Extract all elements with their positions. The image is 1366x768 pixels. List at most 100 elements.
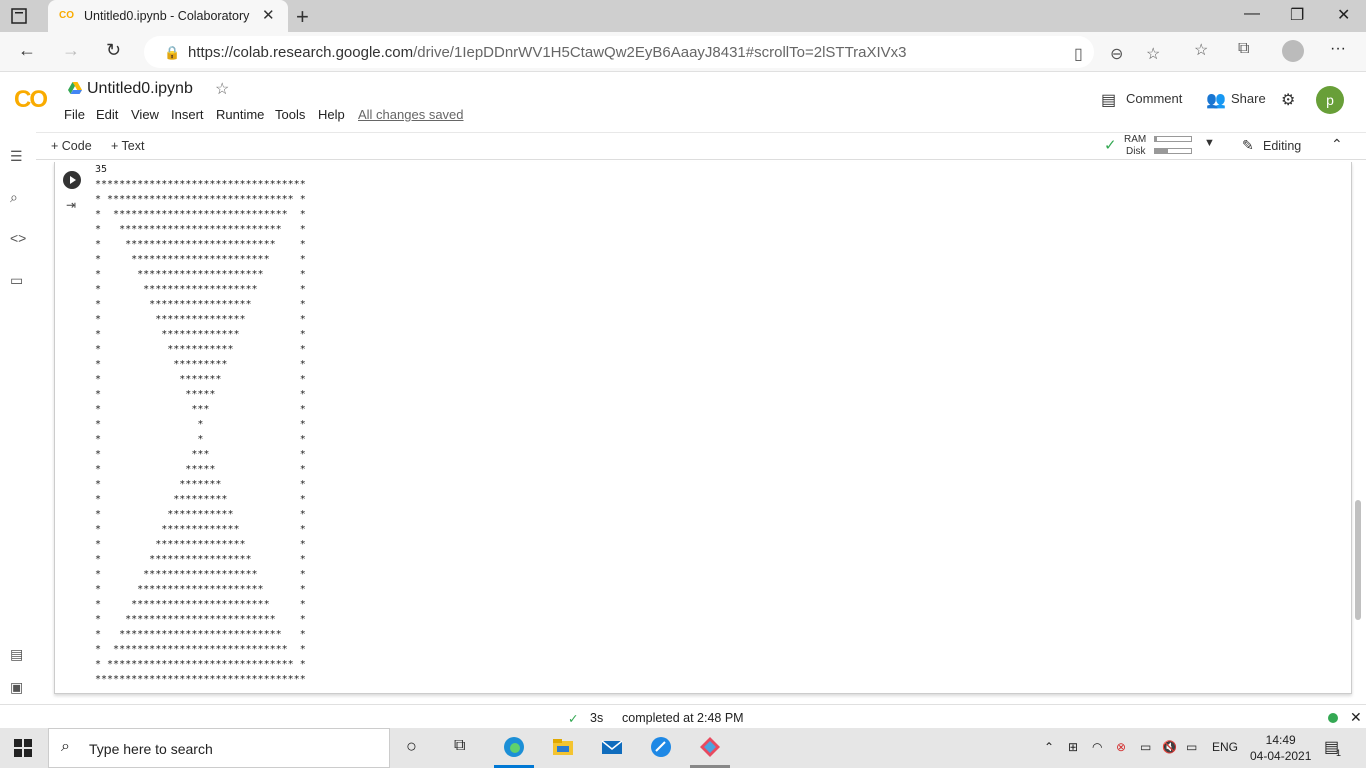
window-menu-icon[interactable] (10, 7, 28, 25)
collapse-chevron-icon[interactable]: ⌃ (1331, 136, 1343, 153)
share-icon: 👥 (1206, 92, 1226, 109)
windows-taskbar: ⌕ Type here to search ○ ⧉ ⌃ ⊞ ◠ ⊗ ▭ 🔇 ▭ … (0, 728, 1366, 768)
connection-status-icon (1328, 713, 1338, 723)
task-view-icon[interactable]: ⧉ (454, 737, 465, 755)
save-status[interactable]: All changes saved (358, 107, 464, 122)
file-explorer-icon[interactable] (552, 736, 574, 758)
output-line: * ********* * (95, 494, 306, 505)
run-cell-button[interactable] (63, 171, 81, 189)
volume-muted-icon[interactable]: 🔇 (1162, 740, 1177, 754)
colorful-app-icon[interactable] (699, 736, 721, 758)
lock-icon[interactable]: 🔒 (164, 45, 180, 61)
edge-browser-icon[interactable] (503, 736, 525, 758)
profile-avatar[interactable] (1282, 40, 1304, 62)
menu-file[interactable]: File (64, 107, 85, 122)
ram-usage-bar[interactable] (1154, 136, 1192, 142)
menu-help[interactable]: Help (318, 107, 345, 122)
code-snippets-icon[interactable]: <> (10, 230, 26, 246)
star-icon[interactable]: ☆ (215, 79, 229, 99)
output-line: * ******* * (95, 479, 306, 490)
show-hidden-icons-icon[interactable]: ⌃ (1044, 740, 1054, 754)
menu-tools[interactable]: Tools (275, 107, 305, 122)
runtime-dropdown-icon[interactable]: ▼ (1204, 137, 1215, 149)
more-options-icon[interactable]: ··· (1330, 40, 1346, 58)
windows-start-icon[interactable] (14, 739, 32, 757)
share-button[interactable]: Share (1231, 91, 1266, 106)
notebook-toolbar: + Code + Text ✓ RAM Disk ▼ ✎ Editing ⌃ (36, 132, 1366, 160)
output-line: * ************* * (95, 329, 306, 340)
input-language[interactable]: ENG (1212, 740, 1238, 754)
browser-tab[interactable]: CO Untitled0.ipynb - Colaboratory ✕ (48, 0, 288, 32)
colab-logo[interactable]: CO (14, 86, 48, 114)
minimize-icon[interactable]: — (1244, 5, 1260, 23)
disk-usage-fill (1155, 149, 1168, 153)
disk-usage-bar[interactable] (1154, 148, 1192, 154)
network-error-icon[interactable]: ⊗ (1116, 740, 1126, 754)
address-bar[interactable]: 🔒 https://colab.research.google.com/driv… (144, 36, 1160, 68)
collections-icon[interactable]: ⧉ (1238, 40, 1249, 58)
code-cell[interactable]: ⇥ 35 *********************************** *… (54, 162, 1352, 694)
output-line: * *************** * (95, 539, 306, 550)
output-line: * ******************* * (95, 569, 306, 580)
scrollbar[interactable] (1355, 500, 1361, 620)
cortana-icon[interactable]: ○ (406, 736, 417, 757)
ram-label: RAM (1124, 134, 1147, 145)
files-folder-icon[interactable]: ▭ (10, 272, 23, 289)
battery-icon[interactable]: ▭ (1186, 740, 1197, 754)
new-tab-icon[interactable]: + (296, 4, 309, 30)
output-line: * ***************** * (95, 299, 306, 310)
clock-time: 14:49 (1265, 733, 1296, 747)
comment-button[interactable]: Comment (1126, 91, 1182, 106)
menu-insert[interactable]: Insert (171, 107, 204, 122)
add-favorite-icon[interactable]: ☆ (1146, 44, 1160, 64)
close-tab-icon[interactable]: ✕ (262, 6, 275, 24)
app-icon[interactable] (650, 736, 672, 758)
disk-label: Disk (1126, 146, 1146, 157)
command-palette-icon[interactable]: ▤ (10, 646, 23, 663)
zoom-icon[interactable]: ⊖ (1110, 44, 1123, 64)
execution-completed: completed at 2:48 PM (622, 711, 744, 725)
output-line: *********************************** (95, 674, 306, 685)
add-text-button[interactable]: + Text (111, 139, 144, 153)
taskbar-search-box[interactable]: ⌕ Type here to search (48, 728, 390, 768)
connected-check-icon: ✓ (1104, 137, 1117, 154)
comment-icon: ▤ (1101, 92, 1117, 109)
output-line: * *************** * (95, 314, 306, 325)
menu-view[interactable]: View (131, 107, 159, 122)
output-line: * *************************** * (95, 224, 306, 235)
user-avatar[interactable]: p (1316, 86, 1344, 114)
mail-icon[interactable] (601, 736, 623, 758)
favorites-icon[interactable]: ☆ (1194, 40, 1208, 60)
meet-now-icon[interactable]: ▭ (1140, 740, 1151, 754)
back-icon[interactable]: ← (18, 40, 36, 61)
output-line: * ***************** * (95, 554, 306, 565)
close-window-icon[interactable]: ✕ (1337, 5, 1350, 25)
restore-icon[interactable]: ❐ (1290, 5, 1304, 25)
add-code-button[interactable]: + Code (51, 139, 92, 153)
pencil-icon: ✎ (1242, 137, 1254, 153)
tray-app-icon[interactable]: ⊞ (1068, 740, 1078, 754)
refresh-icon[interactable]: ↻ (106, 40, 121, 61)
close-status-icon[interactable]: ✕ (1350, 709, 1362, 726)
table-of-contents-icon[interactable]: ☰ (10, 148, 23, 165)
settings-gear-icon[interactable]: ⚙ (1281, 90, 1295, 110)
search-icon[interactable]: ⌕ (10, 189, 18, 206)
editing-mode-button[interactable]: Editing (1263, 139, 1301, 153)
output-line: * ********************* * (95, 269, 306, 280)
colab-favicon-icon: CO (59, 10, 74, 21)
menu-runtime[interactable]: Runtime (216, 107, 264, 122)
wifi-icon[interactable]: ◠ (1092, 740, 1102, 754)
system-clock[interactable]: 14:49 04-04-2021 (1250, 732, 1311, 764)
output-line: * ********* * (95, 359, 306, 370)
forward-icon[interactable]: → (62, 40, 80, 61)
output-actions-icon[interactable]: ⇥ (66, 198, 76, 212)
clock-date: 04-04-2021 (1250, 749, 1312, 763)
reader-view-icon[interactable]: ▯ (1074, 44, 1083, 64)
notebook-name[interactable]: Untitled0.ipynb (87, 80, 193, 98)
status-bar: ✓ 3s completed at 2:48 PM ✕ (0, 704, 1366, 728)
output-line: * *** * (95, 404, 306, 415)
terminal-icon[interactable]: ▣ (10, 679, 23, 696)
url-text: https://colab.research.google.com/drive/… (188, 44, 907, 61)
output-line: * * * (95, 419, 306, 430)
menu-edit[interactable]: Edit (96, 107, 118, 122)
